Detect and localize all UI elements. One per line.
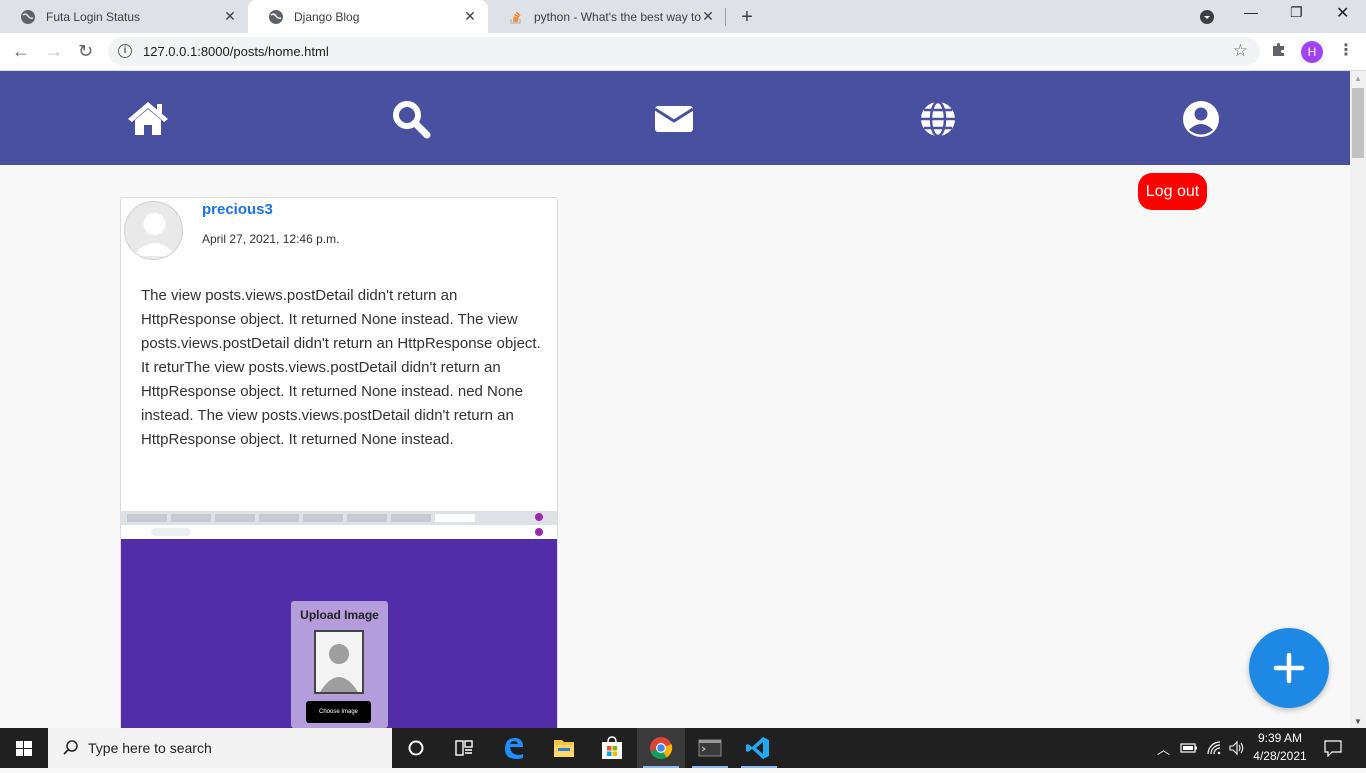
post-image[interactable]: Upload Image Choose Image [121,511,557,728]
close-tab-icon[interactable]: ✕ [462,8,478,25]
start-button[interactable] [0,728,48,768]
tab-stackoverflow[interactable]: python - What's the best way to ✕ [488,0,726,33]
search-icon[interactable] [389,99,433,139]
scrollbar-thumb[interactable] [1352,88,1364,158]
cortana-icon [408,740,424,756]
globe-icon[interactable] [916,99,960,139]
tab-search-icon[interactable] [1199,9,1215,25]
close-tab-icon[interactable]: ✕ [222,8,238,25]
profile-avatar[interactable]: H [1301,41,1323,63]
maximize-button[interactable]: ❐ [1290,4,1303,21]
site-navbar [0,71,1350,165]
page-viewport: Log out precious3 April 27, 2021, 12:46 … [0,71,1350,728]
more-menu-icon[interactable]: ⋮ [1338,40,1354,60]
show-hidden-icons-chevron[interactable]: ︿ [1157,739,1170,758]
back-arrow-icon[interactable]: ← [12,41,30,62]
close-window-button[interactable]: ✕ [1336,3,1349,23]
image-avatar-dot [535,513,543,521]
image-tab [435,514,475,522]
vscode-taskbar-button[interactable] [735,728,783,768]
post-author-link[interactable]: precious3 [202,201,273,218]
reload-icon[interactable]: ↻ [78,41,93,62]
chrome-taskbar-button[interactable] [637,728,685,768]
terminal-icon [698,739,722,757]
task-view-button[interactable] [440,728,488,768]
scroll-down-arrow-icon[interactable]: ▼ [1354,717,1362,726]
volume-icon[interactable] [1228,740,1246,756]
clock-time[interactable]: 9:39 AM [1252,731,1308,745]
edge-icon [505,738,523,759]
edge-taskbar-button[interactable] [490,728,538,768]
home-icon[interactable] [126,99,170,139]
plus-icon [1273,652,1305,684]
extensions-icon[interactable] [1271,41,1287,57]
store-icon [602,736,622,759]
site-info-icon[interactable]: i [118,44,132,58]
chrome-icon [650,737,673,760]
post-date: April 27, 2021, 12:46 p.m. [202,232,340,246]
tab-title: python - What's the best way to [534,9,702,24]
terminal-taskbar-button[interactable] [686,728,734,768]
user-icon[interactable] [1179,99,1223,139]
image-address-bar [121,525,557,539]
browser-toolbar: ← → ↻ i 127.0.0.1:8000/posts/home.html ☆… [0,33,1366,71]
tab-title: Django Blog [294,9,360,24]
image-tab [215,514,255,522]
taskbar-search-box[interactable]: Type here to search [48,728,392,768]
file-explorer-button[interactable] [540,728,588,768]
store-button[interactable] [588,728,636,768]
image-tab [127,514,167,522]
notifications-icon[interactable] [1324,740,1342,757]
image-tab [303,514,343,522]
image-profile-dot [535,528,543,536]
vscode-icon [746,737,769,759]
browser-tab-strip: Futa Login Status ✕ Django Blog ✕ python… [0,0,1366,33]
new-tab-button[interactable]: + [737,6,757,29]
battery-icon[interactable] [1180,741,1198,755]
add-post-button[interactable] [1249,628,1329,708]
placeholder-person-icon [316,632,362,692]
close-tab-icon[interactable]: ✕ [700,8,716,25]
wifi-icon[interactable] [1206,740,1222,756]
tab-futa-login-status[interactable]: Futa Login Status ✕ [0,0,248,33]
forward-arrow-icon[interactable]: → [45,41,63,62]
page-scrollbar[interactable]: ▲ ▼ [1350,71,1366,728]
windows-logo-icon [16,741,32,756]
globe-icon [269,9,283,24]
tab-separator [725,8,726,26]
stackoverflow-icon [510,11,521,24]
task-view-icon [455,740,473,756]
scroll-up-arrow-icon[interactable]: ▲ [1354,74,1362,83]
bookmark-star-icon[interactable]: ☆ [1233,41,1248,61]
post-body-text: The view posts.views.postDetail didn't r… [141,287,541,448]
image-tab [259,514,299,522]
cortana-button[interactable] [392,728,440,768]
image-url-pill [151,528,191,536]
image-tab [391,514,431,522]
image-browser-tabs [121,511,557,525]
logout-button[interactable]: Log out [1138,173,1207,210]
address-bar[interactable]: i 127.0.0.1:8000/posts/home.html ☆ [108,37,1260,66]
image-tab [171,514,211,522]
globe-icon [21,9,35,24]
mail-icon[interactable] [652,99,696,139]
image-tab [347,514,387,522]
author-avatar[interactable] [124,201,183,260]
tab-django-blog[interactable]: Django Blog ✕ [248,0,488,33]
upload-image-title: Upload Image [300,608,379,622]
upload-preview-frame [314,630,364,694]
upload-image-panel: Upload Image Choose Image [291,601,388,728]
url-text[interactable]: 127.0.0.1:8000/posts/home.html [143,44,329,59]
choose-image-button: Choose Image [306,701,371,723]
default-avatar-icon [133,213,176,256]
search-icon [63,740,78,755]
tab-title: Futa Login Status [46,9,141,24]
windows-taskbar: Type here to search ︿ 9:39 AM 4/28/2021 [0,728,1366,768]
clock-date[interactable]: 4/28/2021 [1252,749,1308,763]
taskbar-search-placeholder[interactable]: Type here to search [88,740,212,756]
folder-icon [554,740,574,757]
post-card: precious3 April 27, 2021, 12:46 p.m. The… [120,197,558,728]
minimize-button[interactable]: — [1244,4,1258,20]
